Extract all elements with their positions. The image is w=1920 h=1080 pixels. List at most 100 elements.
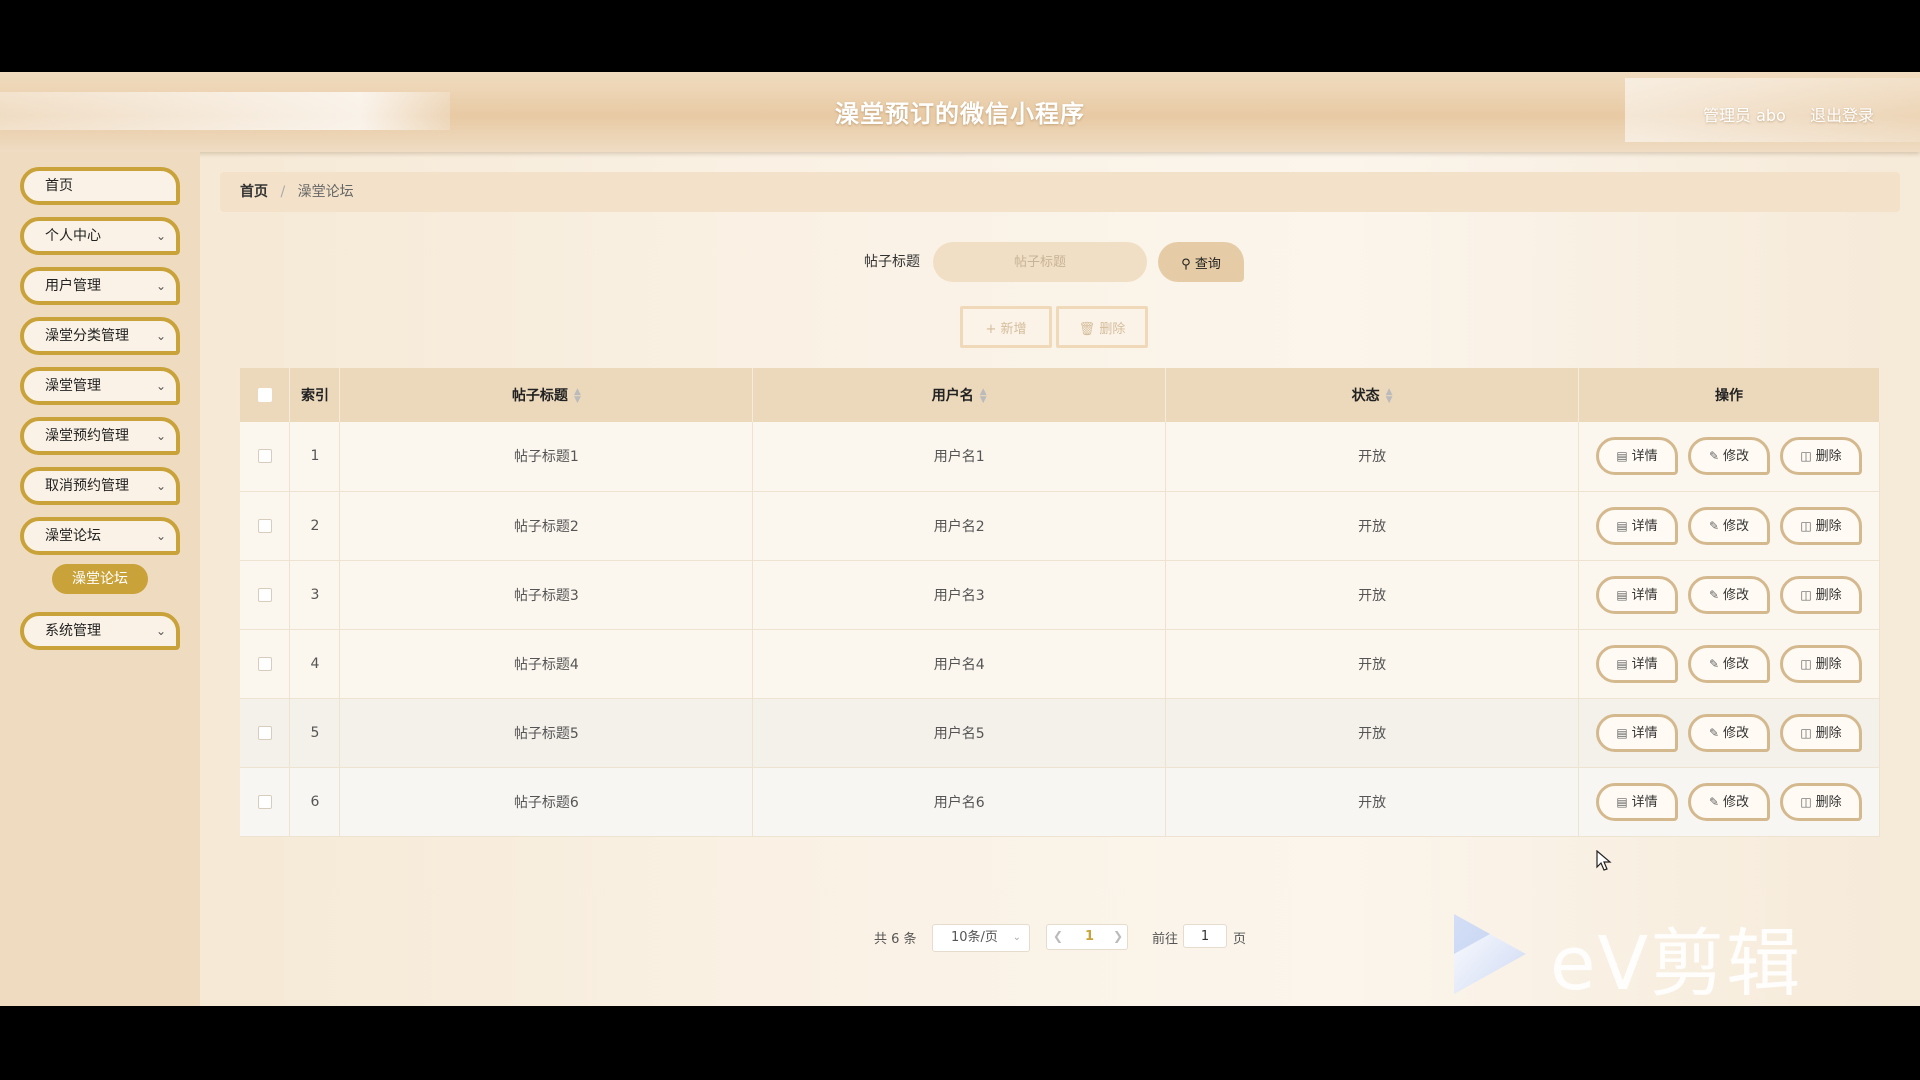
row-select-cell[interactable] bbox=[240, 491, 291, 561]
sidebar-item-bath-management[interactable]: 澡堂管理 ⌄ bbox=[20, 367, 180, 405]
header-username-label: 用户名 bbox=[931, 388, 974, 404]
sidebar-item-reservation[interactable]: 澡堂预约管理 ⌄ bbox=[20, 417, 180, 455]
goto-label: 前往 bbox=[1152, 932, 1179, 947]
row-index: 5 bbox=[289, 698, 341, 768]
delete-button[interactable]: ◫ 删除 bbox=[1780, 437, 1863, 476]
prev-page-icon[interactable]: ❮ bbox=[1053, 929, 1063, 943]
page-size-select[interactable]: 10条/页 ⌄ bbox=[932, 924, 1030, 952]
document-icon: ▤ bbox=[1616, 518, 1628, 533]
edit-button[interactable]: ✎ 修改 bbox=[1688, 644, 1771, 683]
row-actions: ▤ 详情 ✎ 修改 ◫ 删除 bbox=[1578, 560, 1880, 630]
sidebar-item-label: 个人中心 bbox=[45, 228, 101, 244]
trash-icon: ◫ bbox=[1800, 518, 1812, 533]
next-page-icon[interactable]: ❯ bbox=[1113, 929, 1123, 943]
sidebar-item-bath-category[interactable]: 澡堂分类管理 ⌄ bbox=[20, 317, 180, 355]
row-title: 帖子标题4 bbox=[339, 629, 754, 699]
edit-button[interactable]: ✎ 修改 bbox=[1688, 713, 1771, 752]
search-button[interactable]: ⚲ 查询 bbox=[1158, 242, 1244, 282]
chevron-down-icon: ⌄ bbox=[1012, 932, 1021, 943]
sidebar-item-label: 澡堂预约管理 bbox=[45, 428, 129, 444]
select-all-checkbox[interactable] bbox=[257, 388, 272, 402]
detail-button[interactable]: ▤ 详情 bbox=[1596, 644, 1679, 683]
logout-link[interactable]: 退出登录 bbox=[1810, 102, 1874, 126]
detail-button-label: 详情 bbox=[1631, 587, 1658, 603]
video-letterbox-bottom bbox=[0, 1006, 1920, 1080]
detail-button[interactable]: ▤ 详情 bbox=[1596, 713, 1679, 752]
row-index: 1 bbox=[289, 422, 341, 492]
row-username: 用户名3 bbox=[752, 560, 1167, 630]
sidebar-item-label: 用户管理 bbox=[45, 278, 101, 294]
detail-button-label: 详情 bbox=[1631, 794, 1658, 810]
delete-button-label: 删除 bbox=[1815, 656, 1842, 672]
header-title-label: 帖子标题 bbox=[511, 388, 568, 404]
batch-delete-label: 删除 bbox=[1099, 321, 1126, 337]
row-checkbox[interactable] bbox=[257, 518, 272, 533]
sidebar-item-label: 澡堂论坛 bbox=[45, 528, 101, 544]
header-status[interactable]: 状态 ▲ ▼ bbox=[1165, 368, 1580, 422]
delete-button[interactable]: ◫ 删除 bbox=[1780, 644, 1863, 683]
delete-button[interactable]: ◫ 删除 bbox=[1780, 506, 1863, 545]
sidebar-item-personal-center[interactable]: 个人中心 ⌄ bbox=[20, 217, 180, 255]
forum-table: 索引 帖子标题 ▲ ▼ 用户名 ▲ ▼ 状态 ▲ ▼ 操作 1 帖子标题1 用户名1 开放 ▤ 详情 ✎… bbox=[240, 368, 1880, 837]
app-window: 澡堂预订的微信小程序 管理员 abo 退出登录 首页 个人中心 ⌄ 用户管理 ⌄… bbox=[0, 72, 1920, 1006]
pencil-icon: ✎ bbox=[1708, 587, 1720, 602]
row-select-cell[interactable] bbox=[240, 560, 291, 630]
detail-button[interactable]: ▤ 详情 bbox=[1596, 575, 1679, 614]
sort-icon[interactable]: ▲ ▼ bbox=[574, 388, 581, 405]
detail-button[interactable]: ▤ 详情 bbox=[1596, 782, 1679, 821]
sidebar-item-user-management[interactable]: 用户管理 ⌄ bbox=[20, 267, 180, 305]
sort-icon[interactable]: ▲ ▼ bbox=[1386, 388, 1393, 405]
row-select-cell[interactable] bbox=[240, 422, 291, 492]
top-header: 澡堂预订的微信小程序 管理员 abo 退出登录 bbox=[0, 72, 1920, 152]
chevron-down-icon: ⌄ bbox=[155, 479, 166, 493]
edit-button-label: 修改 bbox=[1723, 725, 1750, 741]
breadcrumb: 首页 / 澡堂论坛 bbox=[220, 172, 1900, 212]
sidebar-item-home[interactable]: 首页 bbox=[20, 167, 180, 205]
sort-icon[interactable]: ▲ ▼ bbox=[980, 388, 987, 405]
page-number[interactable]: 1 bbox=[1085, 929, 1094, 944]
table-row: 6 帖子标题6 用户名6 开放 ▤ 详情 ✎ 修改 ◫ 删除 bbox=[240, 767, 1880, 837]
row-checkbox[interactable] bbox=[257, 794, 272, 809]
delete-button[interactable]: ◫ 删除 bbox=[1780, 782, 1863, 821]
sidebar-item-label: 取消预约管理 bbox=[45, 478, 129, 494]
sidebar-item-cancel-reservation[interactable]: 取消预约管理 ⌄ bbox=[20, 467, 180, 505]
edit-button[interactable]: ✎ 修改 bbox=[1688, 575, 1771, 614]
edit-button[interactable]: ✎ 修改 bbox=[1688, 437, 1771, 476]
row-checkbox[interactable] bbox=[257, 449, 272, 464]
row-select-cell[interactable] bbox=[240, 629, 291, 699]
chevron-down-icon: ⌄ bbox=[155, 379, 166, 393]
detail-button[interactable]: ▤ 详情 bbox=[1596, 437, 1679, 476]
row-index: 2 bbox=[289, 491, 341, 561]
sidebar-item-label: 系统管理 bbox=[45, 623, 101, 639]
sidebar-item-forum[interactable]: 澡堂论坛 ⌄ bbox=[20, 517, 180, 555]
sidebar-subitem-forum[interactable]: 澡堂论坛 bbox=[52, 564, 148, 594]
header-status-label: 状态 bbox=[1351, 388, 1380, 404]
header-title[interactable]: 帖子标题 ▲ ▼ bbox=[339, 368, 754, 422]
trash-icon: ◫ bbox=[1800, 587, 1812, 602]
delete-button[interactable]: ◫ 删除 bbox=[1780, 713, 1863, 752]
select-all-cell[interactable] bbox=[240, 368, 291, 422]
edit-button[interactable]: ✎ 修改 bbox=[1688, 506, 1771, 545]
sidebar-item-system[interactable]: 系统管理 ⌄ bbox=[20, 612, 180, 650]
search-input[interactable] bbox=[933, 242, 1147, 282]
batch-delete-button[interactable]: 🗑 删除 bbox=[1056, 306, 1148, 348]
edit-button[interactable]: ✎ 修改 bbox=[1688, 782, 1771, 821]
row-checkbox[interactable] bbox=[257, 725, 272, 740]
delete-button[interactable]: ◫ 删除 bbox=[1780, 575, 1863, 614]
row-checkbox[interactable] bbox=[257, 587, 272, 602]
delete-button-label: 删除 bbox=[1815, 449, 1842, 465]
table-row: 5 帖子标题5 用户名5 开放 ▤ 详情 ✎ 修改 ◫ 删除 bbox=[240, 698, 1880, 768]
header-index: 索引 bbox=[289, 368, 341, 422]
row-checkbox[interactable] bbox=[257, 656, 272, 671]
edit-button-label: 修改 bbox=[1723, 518, 1750, 534]
row-status: 开放 bbox=[1165, 698, 1580, 768]
row-select-cell[interactable] bbox=[240, 698, 291, 768]
detail-button[interactable]: ▤ 详情 bbox=[1596, 506, 1679, 545]
breadcrumb-home[interactable]: 首页 bbox=[240, 184, 268, 200]
header-username[interactable]: 用户名 ▲ ▼ bbox=[752, 368, 1167, 422]
current-user-label: 管理员 abo bbox=[1703, 106, 1786, 125]
row-select-cell[interactable] bbox=[240, 767, 291, 837]
add-button[interactable]: + 新增 bbox=[960, 306, 1052, 348]
goto-page-input[interactable] bbox=[1183, 924, 1227, 948]
trash-icon: ◫ bbox=[1800, 725, 1812, 740]
